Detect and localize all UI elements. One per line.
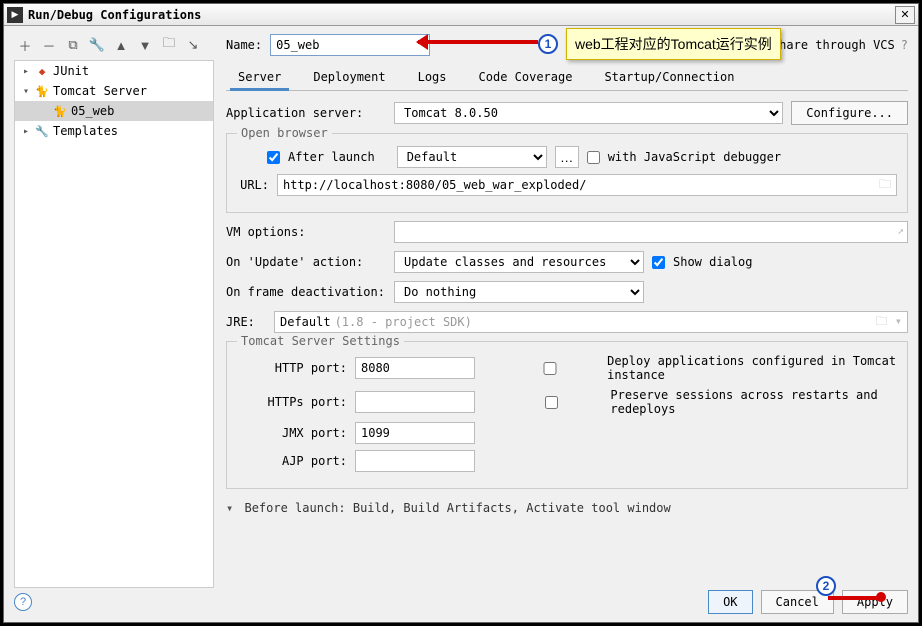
jre-value: Default <box>280 315 331 329</box>
button-bar: ? OK Cancel Apply 2 <box>14 590 908 614</box>
tab-startup-connection[interactable]: Startup/Connection <box>596 66 742 90</box>
chevron-down-icon[interactable]: ▾ <box>21 86 31 97</box>
badge-1: 1 <box>538 34 558 54</box>
chevron-right-icon[interactable]: ▸ <box>21 66 31 77</box>
help-icon[interactable]: ? <box>14 593 32 611</box>
url-field[interactable]: http://localhost:8080/05_web_war_explode… <box>277 174 897 196</box>
before-launch-toggle[interactable]: ▾ <box>226 501 233 515</box>
ok-button[interactable]: OK <box>708 590 752 614</box>
jre-label: JRE: <box>226 315 266 329</box>
after-launch-checkbox[interactable] <box>267 151 280 164</box>
tabs: Server Deployment Logs Code Coverage Sta… <box>226 66 908 91</box>
app-server-select[interactable]: Tomcat 8.0.50 <box>394 102 783 124</box>
tree-label: 05_web <box>71 104 114 118</box>
tree-label: JUnit <box>53 64 89 78</box>
open-browser-group: Open browser After launch Default … with… <box>226 133 908 213</box>
after-launch-label: After launch <box>288 150 375 164</box>
config-tree: ▸ ◆ JUnit ▾ 🐈 Tomcat Server 🐈 05_web ▸ 🔧… <box>14 60 214 588</box>
share-label: Share through VCS <box>772 38 895 52</box>
tree-label: Tomcat Server <box>53 84 147 98</box>
jre-select[interactable]: Default (1.8 - project SDK) 🗀 ▾ <box>274 311 908 333</box>
chevron-right-icon[interactable]: ▸ <box>21 126 31 137</box>
deploy-apps-label: Deploy applications configured in Tomcat… <box>607 354 897 382</box>
js-debugger-label: with JavaScript debugger <box>608 150 781 164</box>
vm-options-field[interactable]: ↗ <box>394 221 908 243</box>
before-launch-label: Before launch: Build, Build Artifacts, A… <box>244 501 670 515</box>
ajp-port-input[interactable] <box>355 450 475 472</box>
on-update-label: On 'Update' action: <box>226 255 386 269</box>
titlebar: ▶ Run/Debug Configurations ✕ <box>4 4 918 26</box>
ajp-port-label: AJP port: <box>237 454 347 468</box>
jmx-port-input[interactable] <box>355 422 475 444</box>
junit-icon: ◆ <box>35 64 49 78</box>
url-value: http://localhost:8080/05_web_war_explode… <box>283 178 586 192</box>
on-frame-select[interactable]: Do nothing <box>394 281 644 303</box>
browser-select[interactable]: Default <box>397 146 547 168</box>
sidebar: ＋ － ⧉ 🔧 ▲ ▼ 🗀 ↘ ▸ ◆ JUnit ▾ 🐈 Tomcat Ser <box>14 34 214 588</box>
share-checkbox[interactable] <box>608 34 768 56</box>
url-label: URL: <box>237 178 269 192</box>
help-share-icon[interactable]: ? <box>901 38 908 52</box>
apply-button[interactable]: Apply <box>842 590 908 614</box>
jre-browse-icon[interactable]: 🗀 ▾ <box>876 312 902 333</box>
tree-item-templates[interactable]: ▸ 🔧 Templates <box>15 121 213 141</box>
browse-folder-icon[interactable]: 🗀 <box>879 175 891 196</box>
tomcat-icon: 🐈 <box>35 84 49 98</box>
settings-icon[interactable]: 🔧 <box>88 36 106 54</box>
http-port-input[interactable] <box>355 357 475 379</box>
on-frame-label: On frame deactivation: <box>226 285 386 299</box>
cancel-button[interactable]: Cancel <box>761 590 834 614</box>
name-label: Name: <box>226 38 262 52</box>
configure-button[interactable]: Configure... <box>791 101 908 125</box>
js-debugger-checkbox[interactable] <box>587 151 600 164</box>
tomcat-icon: 🐈 <box>53 104 67 118</box>
window-title: Run/Debug Configurations <box>28 8 201 22</box>
app-server-label: Application server: <box>226 106 386 120</box>
expand-icon[interactable]: ↘ <box>184 36 202 54</box>
tab-server[interactable]: Server <box>230 66 289 91</box>
folder-icon[interactable]: 🗀 <box>160 36 178 54</box>
app-icon: ▶ <box>7 7 23 23</box>
show-dialog-checkbox[interactable] <box>652 256 665 269</box>
tree-item-tomcat-server[interactable]: ▾ 🐈 Tomcat Server <box>15 81 213 101</box>
preserve-sessions-checkbox[interactable] <box>501 396 602 409</box>
https-port-label: HTTPs port: <box>237 395 347 409</box>
tomcat-settings-legend: Tomcat Server Settings <box>237 334 404 348</box>
jmx-port-label: JMX port: <box>237 426 347 440</box>
up-icon[interactable]: ▲ <box>112 36 130 54</box>
http-port-label: HTTP port: <box>237 361 347 375</box>
copy-icon[interactable]: ⧉ <box>64 36 82 54</box>
vm-options-label: VM options: <box>226 225 386 239</box>
tree-item-junit[interactable]: ▸ ◆ JUnit <box>15 61 213 81</box>
tomcat-settings-group: Tomcat Server Settings HTTP port: Deploy… <box>226 341 908 489</box>
wrench-icon: 🔧 <box>35 124 49 138</box>
tab-code-coverage[interactable]: Code Coverage <box>471 66 581 90</box>
browser-more-button[interactable]: … <box>555 146 579 168</box>
jre-hint: (1.8 - project SDK) <box>335 315 472 329</box>
tab-logs[interactable]: Logs <box>410 66 455 90</box>
add-icon[interactable]: ＋ <box>16 36 34 54</box>
expand-field-icon[interactable]: ↗ <box>897 224 904 237</box>
preserve-sessions-label: Preserve sessions across restarts and re… <box>610 388 897 416</box>
sidebar-toolbar: ＋ － ⧉ 🔧 ▲ ▼ 🗀 ↘ <box>14 34 214 60</box>
remove-icon[interactable]: － <box>40 36 58 54</box>
main-panel: Name: 1 web工程对应的Tomcat运行实例 Share through… <box>214 34 908 588</box>
tree-item-05-web[interactable]: 🐈 05_web <box>15 101 213 121</box>
tree-label: Templates <box>53 124 118 138</box>
open-browser-legend: Open browser <box>237 126 332 140</box>
name-input[interactable] <box>270 34 430 56</box>
on-update-select[interactable]: Update classes and resources <box>394 251 644 273</box>
https-port-input[interactable] <box>355 391 475 413</box>
tab-deployment[interactable]: Deployment <box>305 66 393 90</box>
deploy-apps-checkbox[interactable] <box>501 362 599 375</box>
close-icon[interactable]: ✕ <box>895 6 915 24</box>
down-icon[interactable]: ▼ <box>136 36 154 54</box>
dialog-window: ▶ Run/Debug Configurations ✕ ＋ － ⧉ 🔧 ▲ ▼… <box>3 3 919 623</box>
show-dialog-label: Show dialog <box>673 255 752 269</box>
